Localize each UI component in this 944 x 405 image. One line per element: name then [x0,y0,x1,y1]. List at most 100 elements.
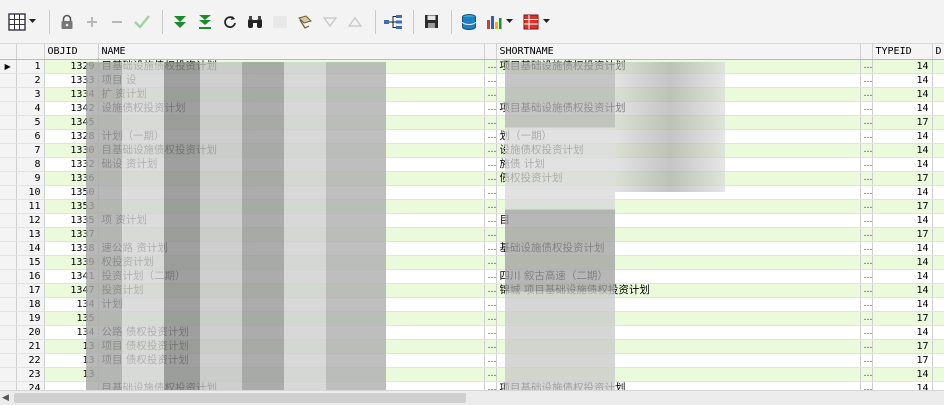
typeid-cell[interactable]: 17 [872,171,933,186]
table-row[interactable]: 15 1339 权投资计划…… 14 [0,255,944,270]
name-editor-button[interactable]: … [484,325,497,340]
chevron-down-icon[interactable] [28,11,37,33]
name-cell[interactable]: 项目 债权投资计划 [98,339,485,354]
table-row[interactable]: 3 1334 扩 资计划…… 14 [0,87,944,102]
row-number-cell[interactable]: 21 [16,339,45,354]
objid-cell[interactable]: 1353 [44,199,99,214]
d-cell[interactable] [932,129,944,144]
table-row[interactable]: 23 13…… 14 [0,367,944,382]
name-cell[interactable]: 目基础设施债权投资计划 [98,381,485,390]
d-cell[interactable] [932,157,944,172]
name-cell[interactable]: 投资计划 [98,283,485,298]
table-row[interactable]: 2 1333 项目 设…… 14 [0,73,944,88]
shortname-cell[interactable]: 划（一期） [496,129,861,144]
typeid-cell[interactable]: 14 [872,255,933,270]
name-cell[interactable] [98,227,485,242]
shortname-cell[interactable] [496,73,861,88]
shortname-cell[interactable]: 项目基础设施债权投资计划 [496,381,861,390]
row-indicator[interactable] [0,325,17,340]
row-number-cell[interactable]: 24 [16,381,45,390]
row-number-cell[interactable]: 7 [16,143,45,158]
d-cell[interactable] [932,325,944,340]
table-row[interactable]: 21 13 项目 债权投资计划…… 17 [0,339,944,354]
shortname-editor-button[interactable]: … [860,339,873,354]
table-row[interactable]: 4 1342 设施债权投资计划… 项目基础设施债权投资计划… 14 [0,101,944,116]
objid-cell[interactable]: 1333 [44,73,99,88]
table-row[interactable]: 6 1328 计划（一期）… 划（一期）… 14 [0,129,944,144]
row-number-cell[interactable]: 8 [16,157,45,172]
typeid-cell[interactable]: 14 [872,269,933,284]
name-cell[interactable] [98,185,485,200]
binoculars-icon[interactable] [244,11,266,33]
name-cell[interactable]: 项目 设 [98,73,485,88]
shortname-editor-button[interactable]: … [860,185,873,200]
d-cell[interactable] [932,311,944,326]
table-row[interactable]: 5 1345…… 17 [0,115,944,130]
row-indicator[interactable] [0,339,17,354]
objid-cell[interactable]: 1336 [44,171,99,186]
shortname-cell[interactable] [496,255,861,270]
shortname-editor-button[interactable]: … [860,297,873,312]
objid-cell[interactable]: 135 [44,311,99,326]
row-indicator[interactable] [0,101,17,116]
shortname-cell[interactable] [496,353,861,368]
d-cell[interactable] [932,143,944,158]
row-indicator[interactable] [0,353,17,368]
lock-icon[interactable] [56,11,78,33]
objid-cell[interactable] [44,381,99,390]
row-indicator[interactable] [0,269,17,284]
table-row[interactable]: 11 1353…… 17 [0,199,944,214]
d-cell[interactable] [932,381,944,390]
shortname-cell[interactable] [496,87,861,102]
column-header-d[interactable]: D [932,44,944,60]
typeid-cell[interactable]: 17 [872,227,933,242]
row-number-cell[interactable]: 11 [16,199,45,214]
shortname-cell[interactable] [496,339,861,354]
row-number-cell[interactable]: 14 [16,241,45,256]
table-row[interactable]: 22 13 项目 债权投资计划…… 17 [0,353,944,368]
horizontal-scrollbar[interactable]: ◀ [0,390,944,405]
typeid-cell[interactable]: 17 [872,199,933,214]
shortname-editor-button[interactable]: … [860,311,873,326]
name-cell[interactable]: 目基础设施债权投资计划 [98,59,485,74]
name-editor-button[interactable]: … [484,199,497,214]
shortname-editor-button[interactable]: … [860,213,873,228]
name-editor-button[interactable]: … [484,381,497,390]
delete-record-icon[interactable] [106,11,128,33]
name-editor-button[interactable]: … [484,143,497,158]
name-editor-button[interactable]: … [484,157,497,172]
column-header-objid[interactable]: OBJID [44,44,99,60]
row-indicator[interactable] [0,115,17,130]
name-editor-button[interactable]: … [484,283,497,298]
name-cell[interactable] [98,171,485,186]
typeid-cell[interactable]: 14 [872,129,933,144]
d-cell[interactable] [932,269,944,284]
row-number-cell[interactable]: 22 [16,353,45,368]
shortname-editor-button[interactable]: … [860,283,873,298]
objid-cell[interactable]: 134 [44,297,99,312]
table-options-icon[interactable] [520,11,542,33]
shortname-editor-button[interactable]: … [860,367,873,382]
shortname-cell[interactable]: 施债 计划 [496,157,861,172]
name-cell[interactable]: 目基础设施债权投资计划 [98,143,485,158]
shortname-editor-button[interactable]: … [860,325,873,340]
row-number-cell[interactable]: 6 [16,129,45,144]
clear-filter-icon[interactable] [294,11,316,33]
table-row[interactable]: 24 目基础设施债权投资计划… 项目基础设施债权投资计划… 14 [0,381,944,390]
objid-cell[interactable]: 1347 [44,283,99,298]
shortname-editor-button[interactable]: … [860,59,873,74]
table-row[interactable]: 16 1341 投资计划（二期）… 四川 叙古高速（二期）… 14 [0,269,944,284]
objid-cell[interactable]: 1350 [44,185,99,200]
d-cell[interactable] [932,255,944,270]
row-indicator[interactable] [0,227,17,242]
row-indicator[interactable] [0,311,17,326]
objid-cell[interactable]: 1335 [44,213,99,228]
typeid-cell[interactable]: 14 [872,241,933,256]
add-record-icon[interactable] [81,11,103,33]
objid-cell[interactable]: 1334 [44,87,99,102]
row-number-cell[interactable]: 3 [16,87,45,102]
name-editor-button[interactable]: … [484,87,497,102]
objid-cell[interactable]: 1342 [44,101,99,116]
name-cell[interactable] [98,115,485,130]
objid-cell[interactable]: 1328 [44,129,99,144]
